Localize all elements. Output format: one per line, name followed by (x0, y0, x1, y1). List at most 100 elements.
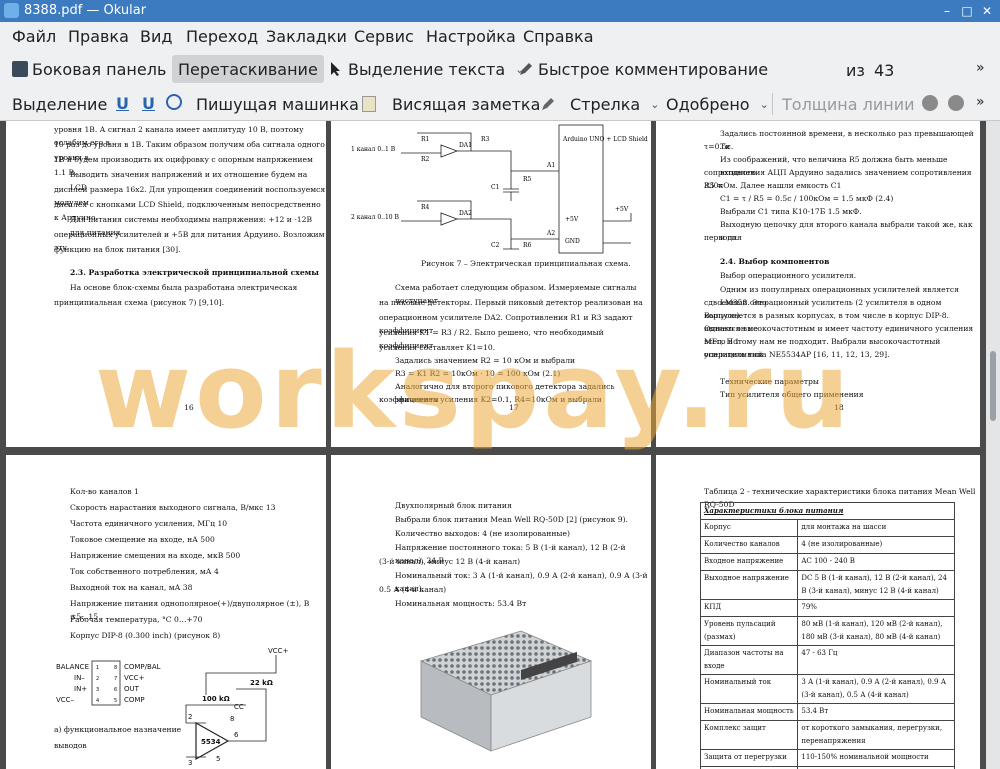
text-line: Задались постоянной времени, в несколько… (720, 129, 974, 151)
quick-annotation-button[interactable]: Быстрое комментирование (518, 55, 768, 83)
schematic-label: 8 (230, 715, 234, 723)
menu-settings[interactable]: Настройка (426, 27, 516, 46)
menu-tools[interactable]: Сервис (354, 27, 414, 46)
text-line: Выбрали блок питания Mean Well RQ-50D [2… (395, 515, 628, 524)
circuit-label: R5 (523, 176, 532, 183)
strikeout-icon[interactable] (166, 94, 182, 110)
pen-icon (518, 61, 534, 77)
table-row: Диапазон частоты на входе 47 - 63 Гц (699, 645, 955, 675)
spec-table: Характеристики блока питания Корпус для мо… (699, 502, 955, 769)
main-toolbar: Боковая панель Перетаскивание Выделение … (0, 50, 1000, 134)
text-line: принципиальная схема (рисунок 7) [9,10]. (54, 298, 225, 307)
stamp-tool-button[interactable]: Одобрено ⌄ (666, 90, 769, 118)
page-17: Arduino UNO + LCD Shield 1 канал 0..1 В … (331, 121, 651, 447)
text-line: τ=0.5с. (704, 142, 734, 151)
squiggle-icon[interactable]: U (142, 94, 155, 113)
circuit-label: C2 (491, 242, 500, 249)
table-cell-value: DC 5 В (1-й канал), 12 В (2-й канал), 24… (797, 570, 955, 600)
menu-help[interactable]: Справка (523, 27, 594, 46)
text-line: Выходной ток на канал, мА 38 (70, 583, 193, 592)
table-row: Выходное напряжение DC 5 В (1-й канал), 1… (699, 570, 955, 600)
pin-label: VCC+ (124, 674, 145, 682)
table-cell-value: 4 (не изолированные) (797, 536, 955, 554)
document-viewport[interactable]: уровня 1В. А сигнал 2 канала имеет ампли… (0, 121, 986, 769)
arrow-label: Стрелка (570, 94, 641, 114)
text-line: (3-й канал), минус 12 В (4-й канал) (379, 557, 521, 566)
text-line: 330кОм. Далее нашли емкость C1 (704, 181, 842, 190)
underline-icon[interactable]: U (116, 94, 129, 113)
menu-go[interactable]: Переход (186, 27, 258, 46)
page-16: уровня 1В. А сигнал 2 канала имеет ампли… (6, 121, 326, 447)
annotation-toolbar: Выделение U U Пишущая машинка Висящая за… (0, 88, 1000, 121)
table-cell-value: 110-150% номинальной мощности (797, 749, 955, 767)
page-number: 16 (184, 403, 194, 412)
table-cell-param: Номинальная мощность (699, 703, 799, 721)
page-total: 43 (874, 61, 895, 80)
quick-annotation-label: Быстрое комментирование (538, 59, 769, 79)
table-cell-param: Номинальный ток (699, 674, 799, 704)
overflow-chevron-icon[interactable]: » (976, 60, 985, 76)
pin-number: 1 (96, 665, 99, 671)
pin-label: BALANCE (56, 663, 89, 671)
close-icon[interactable]: ✕ (980, 4, 994, 18)
circuit-label: DA1 (459, 142, 472, 149)
window-title: 8388.pdf — Okular (24, 3, 147, 18)
table-row: Корпус для монтажа на шасси (699, 519, 955, 537)
pin-number: 2 (96, 676, 99, 682)
arrow-tool-button[interactable]: Стрелка ⌄ (540, 90, 659, 118)
chevron-down-icon[interactable]: ⌄ (760, 98, 769, 111)
popup-note-button[interactable]: Висящая заметка (362, 90, 540, 118)
line-width-button[interactable]: Толщина линии (782, 90, 915, 118)
menu-bar: Файл Правка Вид Переход Закладки Сервис … (0, 22, 1000, 50)
opacity-icon[interactable] (948, 95, 964, 111)
browse-tool-button[interactable]: Перетаскивание (172, 55, 324, 83)
menu-view[interactable]: Вид (140, 27, 172, 46)
circuit-schematic: Arduino UNO + LCD Shield 1 канал 0..1 В … (351, 124, 648, 254)
scrollbar-thumb[interactable] (990, 351, 996, 421)
pin-number: 8 (114, 665, 117, 671)
cursor-icon (328, 61, 344, 77)
circuit-label: R6 (523, 242, 532, 249)
page-21: Таблица 2 - технические характеристики б… (656, 455, 980, 769)
circuit-label: 1 канал 0..1 В (351, 146, 396, 153)
circuit-label: 2 канал 0..10 В (351, 214, 400, 221)
text-line: Токовое смещение на входе, нА 500 (70, 535, 215, 544)
table-row: Номинальная мощность 53.4 Вт (699, 703, 955, 721)
table-row: Входное напряжение AC 100 - 240 В (699, 553, 955, 571)
highlight-tool-button[interactable]: Выделение (12, 90, 107, 118)
schematic-label: 100 kΩ (202, 695, 230, 703)
text-line: первого. (704, 233, 739, 242)
text-line: на пиковые детекторы. Первый пиковый дет… (379, 298, 643, 307)
typewriter-tool-button[interactable]: Пишущая машинка (196, 90, 359, 118)
browse-label: Перетаскивание (178, 59, 318, 79)
maximize-icon[interactable]: □ (960, 4, 974, 18)
menu-bookmarks[interactable]: Закладки (266, 27, 347, 46)
color-picker-icon[interactable] (922, 95, 938, 111)
chevron-down-icon[interactable]: ⌄ (650, 98, 659, 111)
menu-edit[interactable]: Правка (68, 27, 129, 46)
text-select-label: Выделение текста (348, 59, 506, 79)
schematic-label: 6 (234, 731, 239, 739)
overflow-chevron-icon[interactable]: » (976, 94, 985, 110)
circuit-label: C1 (491, 184, 499, 191)
text-line: Скорость нарастания выходного сигнала, В… (70, 503, 276, 512)
minimize-icon[interactable]: – (940, 4, 954, 18)
vertical-scrollbar[interactable] (986, 121, 1000, 769)
schematic-label: 5534 (201, 738, 221, 746)
text-line: функцию на блок питания [30]. (54, 245, 181, 254)
table-row: КПД 79% (699, 599, 955, 617)
table-cell-param: Количество каналов (699, 536, 799, 554)
text-line: R3 = K1 R2 = 10кОм · 10 = 100 кОм (2.1) (395, 369, 561, 378)
menu-file[interactable]: Файл (12, 27, 56, 46)
schematic-label: 5 (216, 755, 220, 763)
popup-note-label: Висящая заметка (392, 94, 541, 114)
toolbar-separator (772, 93, 773, 115)
text-line: Выбрали C1 типа K10-17Б 1.5 мкФ. (720, 207, 862, 216)
text-line: Номинальная мощность: 53.4 Вт (395, 599, 527, 608)
text-line: C1 = τ / R5 = 0.5с / 100кОм = 1.5 мкФ (2… (720, 194, 894, 203)
schematic-label: 22 kΩ (250, 679, 273, 687)
sidebar-button[interactable]: Боковая панель (12, 55, 166, 83)
table-cell-param: Диапазон частоты на входе (699, 645, 799, 675)
text-select-button[interactable]: Выделение текста ⌄ (328, 55, 524, 83)
circuit-label: A1 (546, 162, 555, 169)
